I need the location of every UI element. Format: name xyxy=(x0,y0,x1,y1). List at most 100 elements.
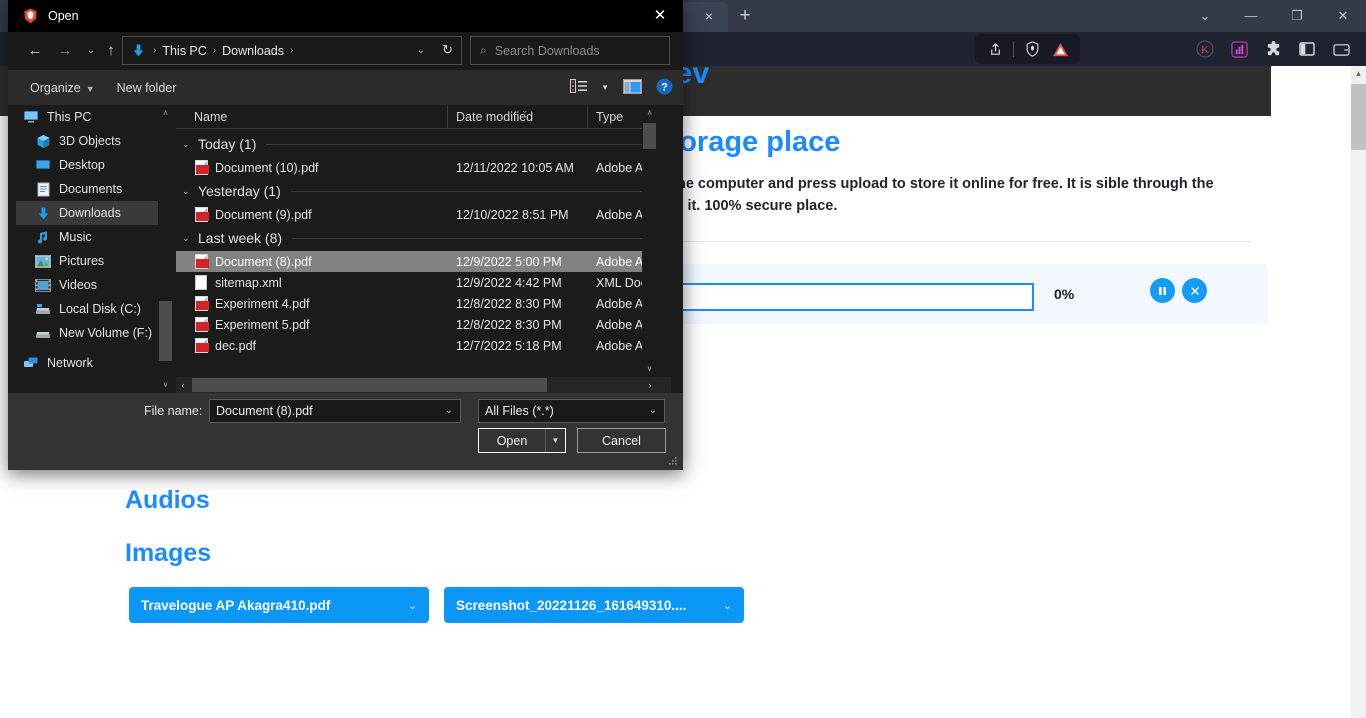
breadcrumb[interactable]: › This PC › Downloads › ⌄ ↻ xyxy=(122,36,462,65)
chevron-down-icon[interactable]: ⌄ xyxy=(723,599,732,612)
group-header-last-week[interactable]: ⌄ Last week (8) xyxy=(176,225,654,251)
breadcrumb-item-downloads[interactable]: Downloads xyxy=(222,44,284,58)
list-scroll-left-icon[interactable]: ‹ xyxy=(176,377,190,393)
nav-scroll-up-icon[interactable]: ∧ xyxy=(158,105,173,121)
dialog-title-bar: Open ✕ xyxy=(8,0,683,32)
nav-scrollbar-thumb[interactable] xyxy=(159,301,172,361)
file-chip-travelogue[interactable]: Travelogue AP Akagra410.pdf ⌄ xyxy=(129,587,429,623)
nav-item-label: Desktop xyxy=(59,158,105,172)
back-button[interactable]: ← xyxy=(22,38,48,64)
table-row[interactable]: Document (10).pdf 12/11/2022 10:05 AM Ad… xyxy=(176,157,654,178)
file-name-cell: Document (10).pdf xyxy=(176,160,448,175)
scroll-up-icon[interactable]: ▲ xyxy=(1351,66,1366,82)
window-chevron-icon[interactable]: ⌄ xyxy=(1182,0,1228,32)
nav-item-pictures[interactable]: Pictures xyxy=(16,249,166,273)
open-dropdown-button[interactable]: ▼ xyxy=(545,429,565,452)
breadcrumb-chevron-down-icon[interactable]: ⌄ xyxy=(417,45,425,56)
cancel-button[interactable]: Cancel xyxy=(577,428,666,453)
nav-scroll-down-icon[interactable]: ∨ xyxy=(158,377,173,393)
column-header-date-modified[interactable]: Date modified xyxy=(448,104,588,129)
list-scroll-right-icon[interactable]: › xyxy=(643,377,657,393)
brave-shields-icon[interactable] xyxy=(1022,39,1042,59)
window-minimize-button[interactable]: — xyxy=(1228,0,1274,32)
pictures-icon xyxy=(34,253,52,269)
forward-button[interactable]: → xyxy=(52,38,78,64)
table-row[interactable]: dec.pdf 12/7/2022 5:18 PM Adobe Acrob xyxy=(176,335,654,356)
new-folder-button[interactable]: New folder xyxy=(117,81,177,95)
nav-item-label: New Volume (F:) xyxy=(59,326,153,340)
group-header-yesterday[interactable]: ⌄ Yesterday (1) xyxy=(176,178,654,204)
file-name-cell: Document (9).pdf xyxy=(176,207,448,222)
window-close-button[interactable]: ✕ xyxy=(1320,0,1366,32)
nav-item-music[interactable]: Music xyxy=(16,225,166,249)
resize-grip-icon[interactable] xyxy=(668,456,678,466)
nav-item-videos[interactable]: Videos xyxy=(16,273,166,297)
nav-item-label: Network xyxy=(47,356,93,370)
group-rule xyxy=(290,190,650,192)
nav-item-documents[interactable]: Documents xyxy=(16,177,166,201)
nav-item-new-volume-f[interactable]: New Volume (F:) xyxy=(16,321,166,345)
file-name-cell: Experiment 4.pdf xyxy=(176,296,448,311)
open-button[interactable]: Open xyxy=(479,429,545,452)
refresh-icon[interactable]: ↻ xyxy=(442,42,453,58)
kagi-extension-icon[interactable]: K xyxy=(1195,39,1215,59)
file-name-input[interactable]: Document (8).pdf ⌄ xyxy=(209,399,461,423)
file-list-horizontal-scrollbar[interactable]: ‹ › xyxy=(176,377,671,393)
nav-item-local-disk-c[interactable]: Local Disk (C:) xyxy=(16,297,166,321)
chevron-down-icon[interactable]: ⌄ xyxy=(649,405,657,416)
sidebar-toggle-icon[interactable] xyxy=(1297,39,1317,59)
table-row[interactable]: Document (8).pdf 12/9/2022 5:00 PM Adobe… xyxy=(176,251,654,272)
chart-extension-icon[interactable] xyxy=(1229,39,1249,59)
nav-item-network[interactable]: Network xyxy=(16,351,166,375)
nav-item-label: Pictures xyxy=(59,254,105,268)
nav-item-downloads[interactable]: Downloads xyxy=(16,201,166,225)
nav-item-desktop[interactable]: Desktop xyxy=(16,153,166,177)
toolbar-divider xyxy=(1013,41,1014,57)
organize-button[interactable]: Organize ▼ xyxy=(30,81,95,95)
list-scrollbar-thumb[interactable] xyxy=(643,123,656,149)
pause-upload-button[interactable] xyxy=(1150,278,1175,303)
nav-item-3d-objects[interactable]: 3D Objects xyxy=(16,129,166,153)
chevron-down-icon[interactable]: ⌄ xyxy=(182,139,198,150)
share-icon[interactable] xyxy=(985,39,1005,59)
file-name-value: Document (8).pdf xyxy=(216,404,313,418)
chevron-down-icon[interactable]: ⌄ xyxy=(182,186,198,197)
help-icon[interactable]: ? xyxy=(656,78,673,98)
new-tab-button[interactable]: + xyxy=(735,6,755,26)
window-maximize-button[interactable]: ❐ xyxy=(1274,0,1320,32)
column-header-name[interactable]: Name xyxy=(176,104,448,129)
list-scroll-down-icon[interactable]: ∨ xyxy=(642,361,657,377)
preview-pane-icon[interactable] xyxy=(623,78,642,97)
breadcrumb-item-this-pc[interactable]: This PC xyxy=(162,44,206,58)
group-label: Last week (8) xyxy=(198,230,283,246)
file-list-vertical-scrollbar[interactable]: ∧ ∨ xyxy=(642,105,657,377)
list-scroll-up-icon[interactable]: ∧ xyxy=(642,105,657,121)
file-chip-screenshot[interactable]: Screenshot_20221126_161649310.... ⌄ xyxy=(444,587,744,623)
navigation-pane-scrollbar[interactable]: ∧ ∨ xyxy=(158,105,173,393)
chevron-down-icon[interactable]: ⌄ xyxy=(182,233,198,244)
search-input[interactable]: ⌕ Search Downloads xyxy=(470,36,670,65)
chevron-down-icon[interactable]: ⌄ xyxy=(445,405,453,416)
table-row[interactable]: Experiment 4.pdf 12/8/2022 8:30 PM Adobe… xyxy=(176,293,654,314)
group-label: Today (1) xyxy=(198,136,257,152)
extensions-puzzle-icon[interactable] xyxy=(1263,39,1283,59)
file-type-select[interactable]: All Files (*.*) ⌄ xyxy=(478,399,665,423)
dialog-toolbar-right: ▼ ? xyxy=(570,70,673,105)
tab-close-icon[interactable]: × xyxy=(701,8,717,24)
group-header-today[interactable]: ⌄ Today (1) xyxy=(176,131,654,157)
chevron-down-icon[interactable]: ⌄ xyxy=(408,599,417,612)
page-scrollbar[interactable]: ▲ xyxy=(1351,66,1366,718)
view-mode-icon[interactable] xyxy=(570,79,588,96)
table-row[interactable]: sitemap.xml 12/9/2022 4:42 PM XML Docum xyxy=(176,272,654,293)
table-row[interactable]: Document (9).pdf 12/10/2022 8:51 PM Adob… xyxy=(176,204,654,225)
table-row[interactable]: Experiment 5.pdf 12/8/2022 8:30 PM Adobe… xyxy=(176,314,654,335)
nav-item-this-pc[interactable]: This PC xyxy=(16,105,166,129)
cancel-upload-button[interactable] xyxy=(1182,278,1207,303)
wallet-icon[interactable] xyxy=(1331,39,1351,59)
up-one-level-button[interactable]: ↑ xyxy=(98,38,124,64)
scrollbar-thumb[interactable] xyxy=(1351,84,1366,150)
dialog-close-button[interactable]: ✕ xyxy=(637,0,683,32)
view-mode-chevron-icon[interactable]: ▼ xyxy=(601,83,609,92)
horizontal-scrollbar-thumb[interactable] xyxy=(192,378,547,392)
bat-triangle-icon[interactable] xyxy=(1050,39,1070,59)
